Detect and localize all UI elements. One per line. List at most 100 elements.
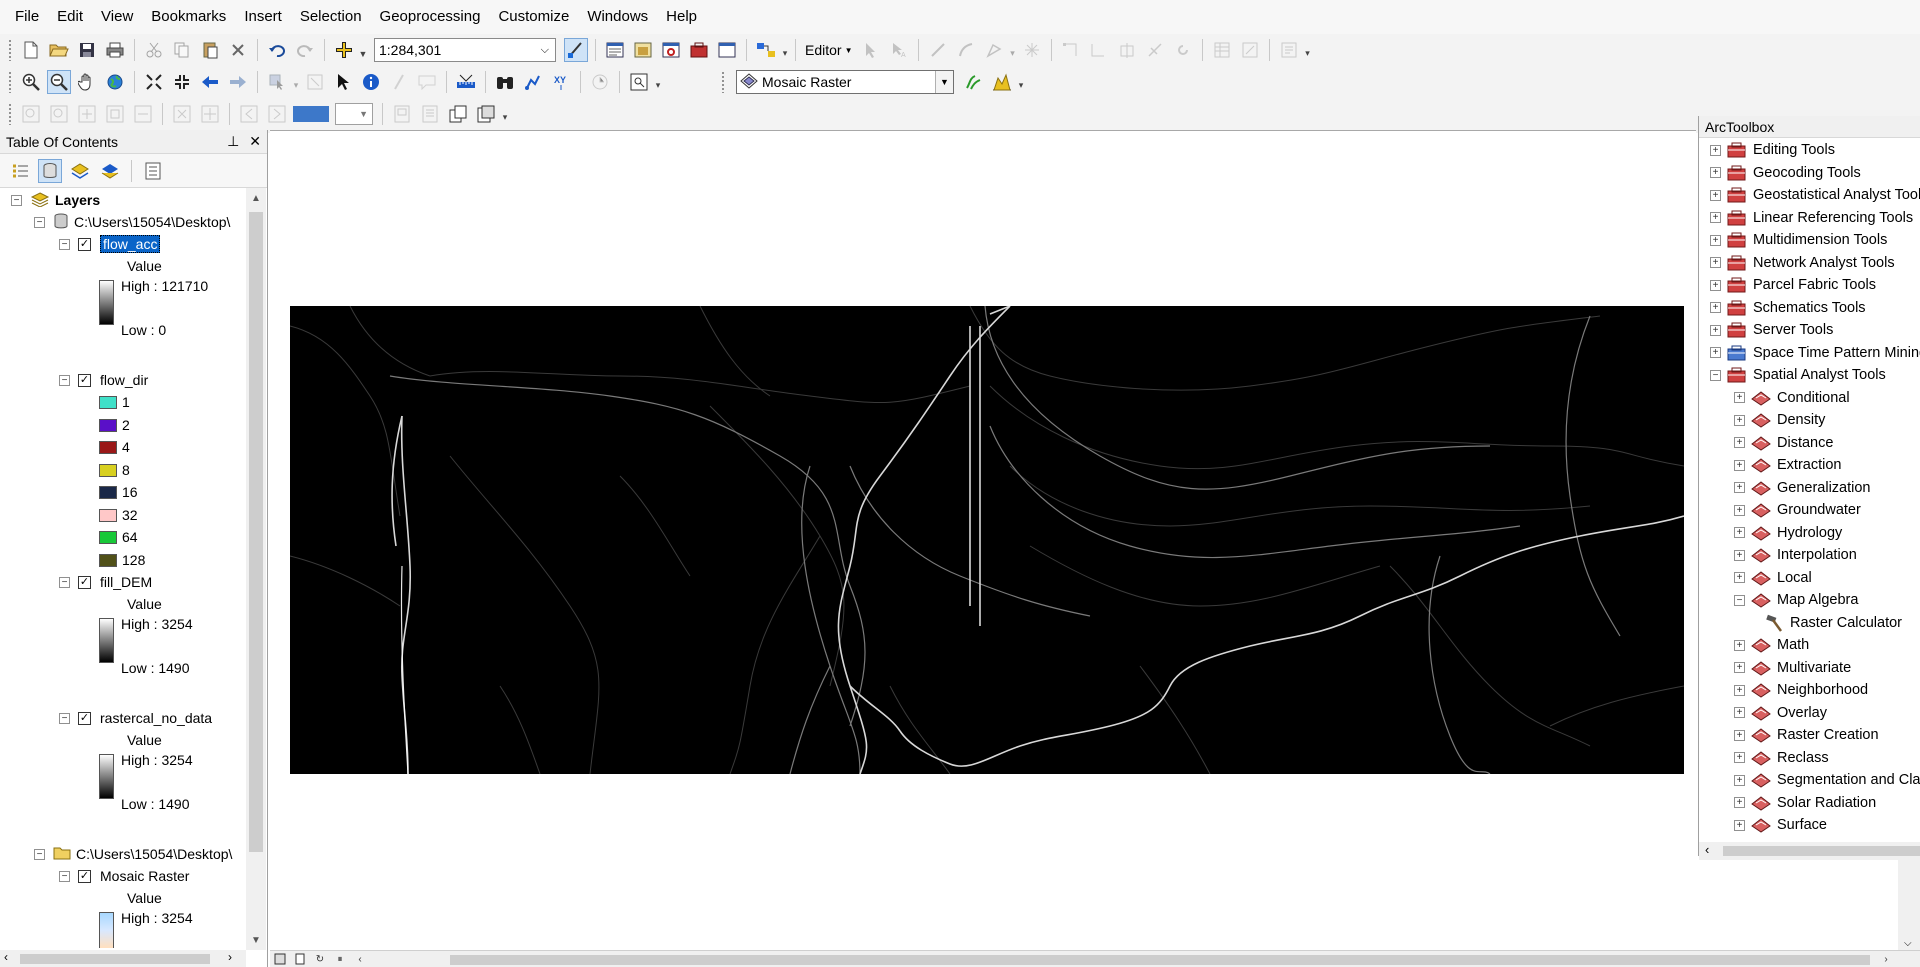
toolbox-item-raster-calculator[interactable]: Raster Calculator — [1758, 612, 1902, 634]
toolbox-item-distance[interactable]: + Distance — [1734, 432, 1833, 454]
menu-customize[interactable]: Customize — [489, 0, 578, 34]
expand-icon[interactable]: + — [1734, 797, 1745, 808]
toolbar-options-icon[interactable]: ▾ — [500, 103, 510, 125]
expand-icon[interactable]: + — [1734, 392, 1745, 403]
collapse-icon[interactable]: − — [34, 848, 45, 860]
expand-icon[interactable]: + — [1734, 684, 1745, 696]
collapse-icon[interactable]: − — [59, 870, 70, 882]
list-by-visibility-icon[interactable] — [68, 159, 92, 183]
class-swatch[interactable] — [99, 508, 117, 522]
toc-options-icon[interactable] — [141, 159, 165, 183]
collapse-icon[interactable]: − — [11, 194, 22, 206]
refresh-view-icon[interactable]: ↻ — [313, 952, 327, 966]
layer-visibility-checkbox[interactable]: ✓ — [78, 237, 91, 251]
measure-ruler-icon[interactable] — [454, 70, 478, 94]
toolbox-item-geostatistical-analyst-tools[interactable]: + Geostatistical Analyst Tools — [1710, 184, 1920, 206]
toolbox-item-schematics-tools[interactable]: + Schematics Tools — [1710, 297, 1866, 319]
zoom-in-icon[interactable] — [19, 70, 43, 94]
toolbox-item-linear-referencing-tools[interactable]: + Linear Referencing Tools — [1710, 207, 1913, 229]
scroll-left-icon[interactable]: ‹ — [4, 950, 8, 964]
expand-icon[interactable]: + — [1734, 482, 1745, 493]
zoom-out-icon[interactable] — [47, 70, 71, 94]
map-horizontal-scroll-thumb[interactable] — [450, 955, 1870, 965]
edit-annotation-tool-icon[interactable]: A — [887, 38, 911, 62]
toolbar-options-icon[interactable]: ▾ — [1303, 39, 1313, 61]
menu-insert[interactable]: Insert — [235, 0, 291, 34]
expand-icon[interactable]: + — [1734, 774, 1745, 786]
swipe-layer-icon[interactable] — [962, 70, 986, 94]
expand-icon[interactable]: + — [1710, 189, 1721, 201]
fixed-zoom-out-layout-icon[interactable] — [198, 102, 222, 126]
toolbox-item-extraction[interactable]: + Extraction — [1734, 454, 1841, 476]
scroll-thumb[interactable] — [1723, 846, 1920, 856]
source-group-2[interactable]: − C:\Users\15054\Desktop\ — [34, 844, 232, 864]
layer-name[interactable]: flow_acc — [100, 235, 161, 253]
fixed-zoom-in-layout-icon[interactable] — [170, 102, 194, 126]
list-by-selection-icon[interactable] — [98, 159, 122, 183]
construction-tools-icon[interactable] — [982, 38, 1006, 62]
expand-icon[interactable]: + — [1710, 167, 1721, 178]
expand-icon[interactable]: + — [1734, 729, 1745, 741]
expand-icon[interactable]: + — [1710, 212, 1721, 223]
list-by-source-icon[interactable] — [38, 158, 62, 183]
menu-bookmarks[interactable]: Bookmarks — [142, 0, 235, 34]
editor-toolbar-toggle-icon[interactable] — [564, 38, 588, 62]
create-features-icon[interactable] — [1277, 38, 1301, 62]
paste-icon[interactable] — [198, 38, 222, 62]
go-forward-extent-icon[interactable] — [265, 102, 289, 126]
toolbox-item-raster-creation[interactable]: + Raster Creation — [1734, 724, 1879, 746]
class-swatch[interactable] — [99, 553, 117, 567]
cut-polygons-icon[interactable] — [1115, 38, 1139, 62]
scroll-thumb[interactable] — [20, 954, 210, 964]
toolbox-item-segmentation-and-classification[interactable]: + Segmentation and Classification — [1734, 769, 1920, 791]
expand-icon[interactable]: + — [1734, 662, 1745, 673]
change-layout-icon[interactable] — [446, 102, 470, 126]
layers-root[interactable]: − Layers — [11, 190, 100, 210]
save-icon[interactable] — [75, 38, 99, 62]
expand-icon[interactable]: + — [1734, 459, 1745, 471]
pause-drawing-icon[interactable]: ⏸ — [333, 952, 347, 966]
expand-icon[interactable]: + — [1710, 257, 1721, 268]
toolbox-item-reclass[interactable]: + Reclass — [1734, 747, 1829, 769]
menu-selection[interactable]: Selection — [291, 0, 371, 34]
edit-tool-icon[interactable] — [859, 38, 883, 62]
collapse-icon[interactable]: − — [59, 238, 70, 250]
expand-icon[interactable]: + — [1734, 639, 1745, 651]
menu-geoprocessing[interactable]: Geoprocessing — [371, 0, 490, 34]
histogram-icon[interactable] — [990, 70, 1014, 94]
select-features-icon[interactable] — [265, 70, 289, 94]
pan-hand-icon[interactable] — [75, 70, 99, 94]
menu-help[interactable]: Help — [657, 0, 706, 34]
editor-menu-button[interactable]: Editor ▼ — [801, 38, 857, 62]
catalog-window-icon[interactable] — [631, 38, 655, 62]
toolbar-options-icon[interactable]: ▾ — [780, 39, 790, 61]
class-swatch[interactable] — [99, 396, 117, 409]
scroll-down-icon[interactable]: ▼ — [246, 930, 266, 950]
expand-icon[interactable]: + — [1734, 437, 1745, 448]
trace-tool-icon[interactable] — [1020, 38, 1044, 62]
identify-icon[interactable] — [359, 70, 383, 94]
rotate-tool-icon[interactable] — [1171, 38, 1195, 62]
toolbox-item-conditional[interactable]: + Conditional — [1734, 387, 1850, 409]
layout-zoom-out-icon[interactable] — [47, 102, 71, 126]
toolbar-grip[interactable] — [8, 71, 13, 93]
expand-icon[interactable]: + — [1734, 752, 1745, 763]
expand-icon[interactable]: + — [1734, 819, 1745, 831]
toc-vertical-scrollbar[interactable]: ▲ ▼ — [246, 188, 266, 950]
python-window-icon[interactable] — [715, 38, 739, 62]
toc-horizontal-scrollbar[interactable]: ‹ › — [0, 950, 246, 967]
source-group-1[interactable]: − C:\Users\15054\Desktop\ — [34, 212, 230, 232]
edit-vertices-icon[interactable] — [1059, 38, 1083, 62]
toolbox-item-math[interactable]: + Math — [1734, 634, 1809, 656]
layer-rastercal-no-data[interactable]: − ✓ rastercal_no_data — [59, 708, 212, 728]
construction-dropdown-icon[interactable]: ▾ — [1008, 39, 1018, 61]
scroll-left-icon[interactable]: ‹ — [1705, 842, 1709, 857]
menu-view[interactable]: View — [92, 0, 142, 34]
zoom-percent-dropdown[interactable]: ▼ — [335, 103, 373, 125]
data-view-icon[interactable] — [273, 952, 287, 966]
chevron-down-icon[interactable]: ▼ — [935, 71, 953, 93]
expand-icon[interactable]: + — [1710, 279, 1721, 291]
layer-mosaic-raster[interactable]: − ✓ Mosaic Raster — [59, 866, 189, 886]
toolbox-item-network-analyst-tools[interactable]: + Network Analyst Tools — [1710, 252, 1895, 274]
toolbar-grip[interactable] — [8, 39, 13, 61]
